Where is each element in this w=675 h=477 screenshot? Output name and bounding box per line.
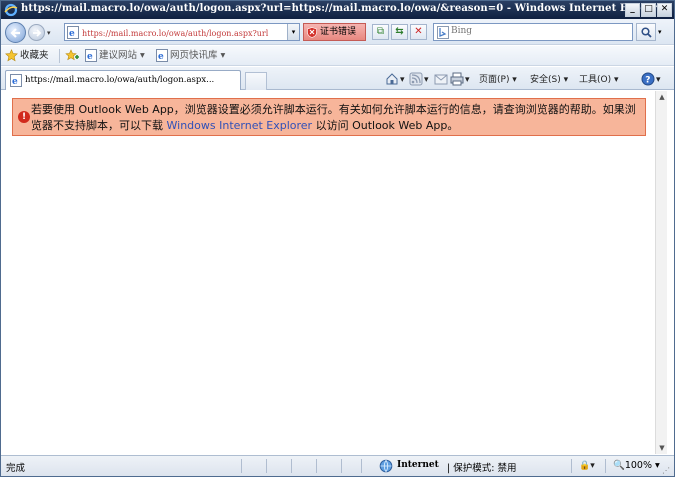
feeds-dropdown-icon[interactable]: ▾	[424, 72, 429, 88]
security-zone-label: Internet	[397, 460, 439, 470]
protected-mode-label: | 保护模式: 禁用	[447, 463, 517, 474]
ie-page-icon: e	[10, 74, 22, 87]
scroll-down-arrow-icon[interactable]: ▼	[657, 443, 667, 453]
tab-label: https://mail.macro.lo/owa/auth/logon.asp…	[25, 75, 215, 85]
web-slice-gallery-link[interactable]: 网页快讯库 ▾	[170, 49, 225, 63]
status-divider	[341, 459, 342, 473]
stop-icon: ✕	[414, 26, 423, 37]
address-bar[interactable]: e ▾	[64, 23, 300, 41]
ie-logo-icon	[4, 3, 18, 17]
search-input[interactable]	[451, 26, 621, 36]
status-divider	[266, 459, 267, 473]
internet-globe-icon[interactable]	[379, 459, 393, 473]
status-divider	[241, 459, 242, 473]
help-icon[interactable]: ?	[641, 72, 655, 86]
maximize-button[interactable]: □	[641, 3, 656, 17]
resize-grip-icon[interactable]: ⋰	[662, 466, 670, 475]
search-button[interactable]	[636, 23, 656, 41]
status-bar: 完成 Internet | 保护模式: 禁用 🔒▾ 🔍100% ▾ ⋰	[1, 455, 674, 476]
certificate-error-button[interactable]: 证书错误	[303, 23, 366, 41]
compatibility-view-button[interactable]: ⧉	[372, 24, 389, 40]
address-toolbar: ▾ e ▾ 证书错误 ⧉ ⇆ ✕	[1, 19, 674, 45]
tab-bar: e https://mail.macro.lo/owa/auth/logon.a…	[1, 67, 674, 90]
favorites-separator	[59, 49, 60, 63]
suggested-sites-icon: e	[85, 49, 97, 62]
web-slice-gallery-icon: e	[156, 49, 168, 62]
stop-button[interactable]: ✕	[410, 24, 427, 40]
tab-active[interactable]: e https://mail.macro.lo/owa/auth/logon.a…	[5, 70, 241, 90]
shield-error-icon	[307, 27, 317, 38]
status-divider	[361, 459, 362, 473]
new-tab-button[interactable]	[245, 72, 267, 90]
suggested-sites-link[interactable]: 建议网站 ▾	[99, 49, 145, 63]
back-button[interactable]	[5, 22, 26, 43]
scroll-up-arrow-icon[interactable]: ▲	[657, 92, 667, 102]
svg-text:e: e	[158, 52, 164, 62]
popup-blocker-icon[interactable]: 🔒▾	[579, 458, 595, 474]
home-dropdown-icon[interactable]: ▾	[400, 72, 405, 88]
zoom-level[interactable]: 🔍100% ▾	[613, 460, 660, 471]
ie-page-icon: e	[67, 26, 79, 39]
cert-error-label: 证书错误	[320, 27, 357, 37]
status-divider	[316, 459, 317, 473]
script-warning-message: 若要使用 Outlook Web App，浏览器设置必须允许脚本运行。有关如何允…	[31, 102, 643, 134]
browser-window: https://mail.macro.lo/owa/auth/logon.asp…	[0, 0, 675, 477]
favorites-bar: 收藏夹 e 建议网站 ▾ e 网页快讯库 ▾	[1, 46, 674, 66]
close-button[interactable]: ✕	[657, 3, 672, 17]
tools-menu[interactable]: 工具(O) ▾	[579, 72, 619, 88]
forward-arrow-icon	[33, 29, 42, 37]
window-title: https://mail.macro.lo/owa/auth/logon.asp…	[21, 3, 669, 14]
error-icon: !	[18, 111, 30, 123]
page-menu[interactable]: 页面(P) ▾	[479, 72, 517, 88]
refresh-icon: ⇆	[395, 26, 404, 37]
status-divider	[291, 459, 292, 473]
back-arrow-icon	[10, 28, 20, 38]
vertical-scrollbar[interactable]: ▲ ▼	[655, 91, 667, 454]
title-bar: https://mail.macro.lo/owa/auth/logon.asp…	[1, 1, 674, 19]
search-options-dropdown-icon[interactable]: ▾	[658, 28, 662, 36]
forward-button[interactable]	[28, 24, 45, 41]
url-dropdown-button[interactable]: ▾	[287, 24, 299, 40]
search-box[interactable]	[433, 23, 633, 41]
download-ie-link[interactable]: Windows Internet Explorer	[167, 119, 313, 132]
search-icon	[641, 27, 652, 38]
help-dropdown-icon[interactable]: ▾	[656, 72, 661, 88]
favorites-star-icon[interactable]	[5, 49, 18, 62]
status-text: 完成	[6, 463, 26, 474]
refresh-button[interactable]: ⇆	[391, 24, 408, 40]
url-input[interactable]	[82, 26, 292, 40]
svg-text:?: ?	[645, 76, 650, 86]
page-content: ! 若要使用 Outlook Web App，浏览器设置必须允许脚本运行。有关如…	[1, 91, 664, 454]
feeds-icon[interactable]	[409, 72, 423, 86]
script-warning-banner: ! 若要使用 Outlook Web App，浏览器设置必须允许脚本运行。有关如…	[12, 98, 646, 136]
favorites-button[interactable]: 收藏夹	[20, 49, 49, 63]
svg-text:e: e	[12, 77, 18, 87]
zoom-value: 100%	[624, 460, 653, 471]
home-icon[interactable]	[385, 72, 399, 86]
status-divider	[605, 459, 606, 473]
print-dropdown-icon[interactable]: ▾	[465, 72, 470, 88]
add-to-favorites-icon[interactable]	[65, 49, 79, 62]
history-dropdown-icon[interactable]: ▾	[47, 29, 51, 37]
svg-text:e: e	[87, 52, 93, 62]
read-mail-icon[interactable]	[434, 72, 448, 86]
safety-menu[interactable]: 安全(S) ▾	[530, 72, 568, 88]
minimize-button[interactable]: _	[625, 3, 640, 17]
warning-text-part-2: 以访问 Outlook Web App。	[312, 119, 459, 132]
bing-icon	[437, 26, 449, 39]
svg-text:e: e	[69, 29, 75, 39]
status-divider	[571, 459, 572, 473]
print-icon[interactable]	[450, 72, 464, 86]
compat-view-icon: ⧉	[376, 26, 385, 37]
